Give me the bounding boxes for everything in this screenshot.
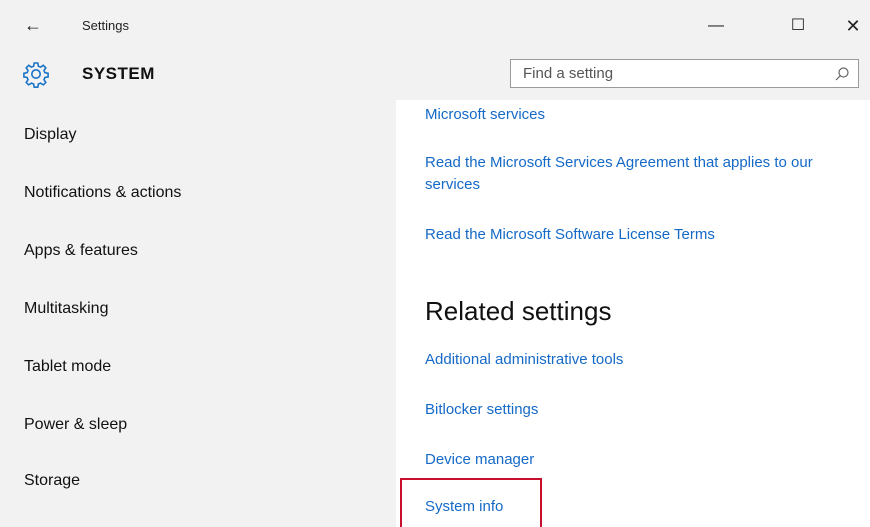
sidebar-item-notifications[interactable]: Notifications & actions (24, 184, 181, 202)
search-icon[interactable] (834, 66, 850, 82)
title-bar: ← Settings — ☐ ✕ (0, 0, 870, 52)
services-agreement-link[interactable]: Read the Microsoft Services Agreement th… (425, 152, 845, 196)
admin-tools-link[interactable]: Additional administrative tools (425, 349, 623, 371)
sidebar-item-tablet-mode[interactable]: Tablet mode (24, 358, 111, 376)
sidebar-item-storage[interactable]: Storage (24, 472, 80, 490)
sidebar-item-apps[interactable]: Apps & features (24, 242, 138, 260)
sidebar: Display Notifications & actions Apps & f… (0, 100, 396, 527)
minimize-button[interactable]: — (704, 14, 728, 38)
maximize-button[interactable]: ☐ (786, 14, 810, 38)
device-manager-link[interactable]: Device manager (425, 449, 534, 471)
search-input[interactable] (511, 60, 833, 87)
settings-window: ← Settings — ☐ ✕ SYSTEM Display Notifica… (0, 0, 870, 527)
back-arrow-icon[interactable]: ← (24, 15, 44, 35)
highlight-box (400, 478, 542, 527)
page-title: SYSTEM (82, 64, 155, 83)
microsoft-services-link[interactable]: Microsoft services (425, 104, 545, 126)
sidebar-item-display[interactable]: Display (24, 126, 76, 144)
main-content: Microsoft services Read the Microsoft Se… (396, 100, 870, 527)
bitlocker-link[interactable]: Bitlocker settings (425, 399, 538, 421)
related-settings-heading: Related settings (425, 296, 612, 326)
search-box[interactable] (510, 59, 859, 88)
sidebar-item-power-sleep[interactable]: Power & sleep (24, 416, 127, 434)
license-terms-link[interactable]: Read the Microsoft Software License Term… (425, 224, 715, 246)
gear-icon (23, 62, 49, 88)
sidebar-item-multitasking[interactable]: Multitasking (24, 300, 108, 318)
close-button[interactable]: ✕ (841, 14, 865, 38)
window-title: Settings (82, 18, 129, 33)
